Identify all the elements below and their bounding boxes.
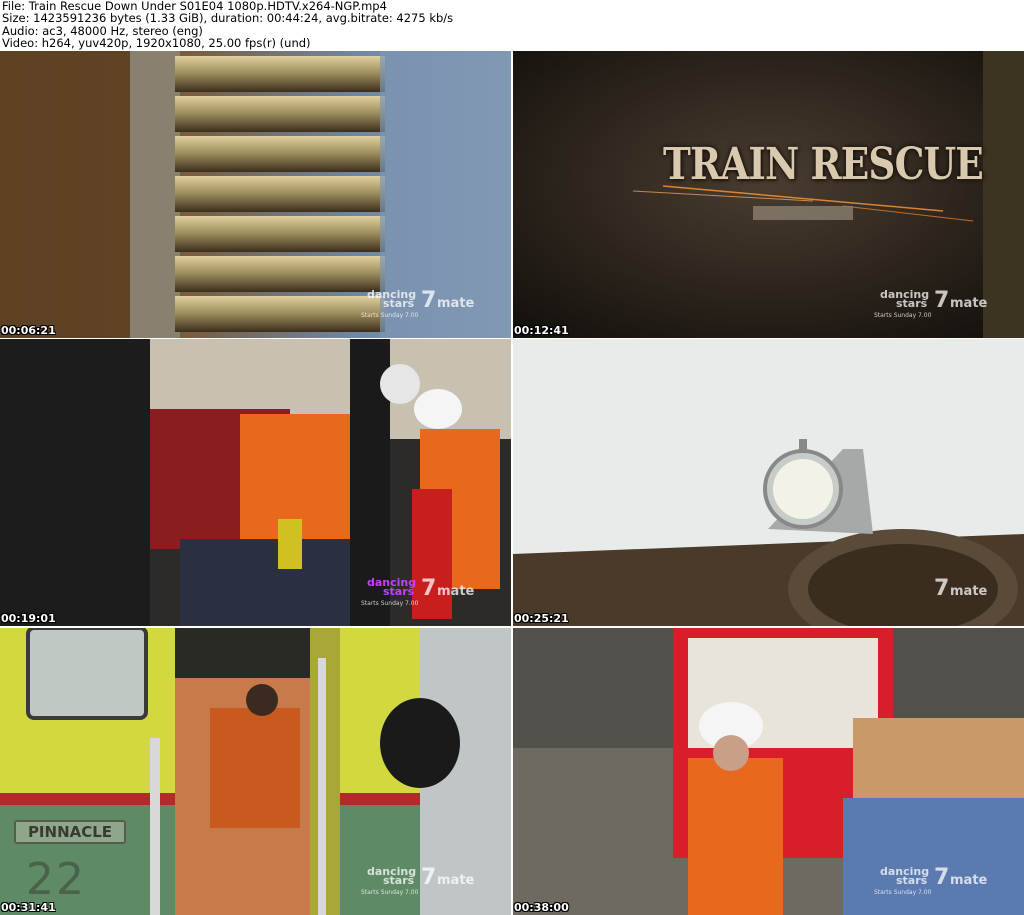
channel-logo: dancing stars 7 mate Starts Sunday 7.00 bbox=[874, 288, 988, 319]
thumbnail-4: 7 mate 00:25:21 bbox=[513, 339, 1024, 626]
file-size-line: Size: 1423591236 bytes (1.33 GiB), durat… bbox=[2, 11, 454, 26]
channel-logo: 7 mate bbox=[934, 576, 988, 601]
thumbnail-2: TRAIN RESCUE dancing stars 7 mate Starts… bbox=[513, 51, 1024, 338]
timestamp: 00:19:01 bbox=[1, 612, 56, 625]
channel-logo: dancing stars 7 mate Starts Sunday 7.00 bbox=[874, 865, 988, 896]
locomotive-name-plate: PINNACLE bbox=[14, 820, 126, 844]
channel-logo: dancing stars 7 mate Starts Sunday 7.00 bbox=[361, 576, 475, 607]
file-info-header: File: Train Rescue Down Under S01E04 108… bbox=[2, 0, 1022, 50]
timestamp: 00:12:41 bbox=[514, 324, 569, 337]
channel-logo: dancing stars 7 mate Starts Sunday 7.00 bbox=[361, 865, 475, 896]
thumbnail-6: dancing stars 7 mate Starts Sunday 7.00 … bbox=[513, 628, 1024, 915]
thumbnail-3: dancing stars 7 mate Starts Sunday 7.00 … bbox=[0, 339, 511, 626]
locomotive-number: 22 bbox=[26, 854, 86, 905]
timestamp: 00:06:21 bbox=[1, 324, 56, 337]
timestamp: 00:38:00 bbox=[514, 901, 569, 914]
channel-logo: dancing stars 7 mate Starts Sunday 7.00 bbox=[361, 288, 475, 319]
timestamp: 00:25:21 bbox=[514, 612, 569, 625]
show-title: TRAIN RESCUE bbox=[663, 139, 984, 190]
thumbnail-5: PINNACLE 22 dancing stars 7 mate Starts … bbox=[0, 628, 511, 915]
timestamp: 00:31:41 bbox=[1, 901, 56, 914]
video-info-line: Video: h264, yuv420p, 1920x1080, 25.00 f… bbox=[2, 36, 311, 51]
thumbnail-1: dancing stars 7 mate Starts Sunday 7.00 … bbox=[0, 51, 511, 338]
thumbnail-grid: dancing stars 7 mate Starts Sunday 7.00 … bbox=[0, 51, 1024, 915]
